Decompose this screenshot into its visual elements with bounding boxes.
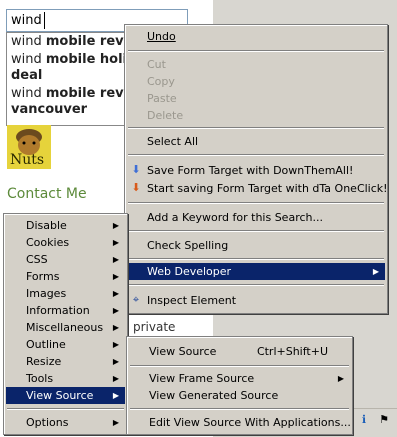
submenu-arrow-icon: ▶ <box>112 221 119 230</box>
menu-undo[interactable]: Undo <box>127 28 385 45</box>
submenu-cookies[interactable]: Cookies ▶ <box>6 234 125 251</box>
menu-label: Edit View Source With Applications... <box>149 416 351 429</box>
submenu-arrow-icon: ▶ <box>112 238 119 247</box>
submenu-arrow-icon: ▶ <box>112 374 119 383</box>
inspect-cursor-icon: ⌖ <box>132 293 140 306</box>
separator <box>130 408 349 410</box>
submenu-images[interactable]: Images ▶ <box>6 285 125 302</box>
menu-label: Information <box>26 304 90 317</box>
context-menu: Undo Cut Copy Paste Delete Select All ⬇ … <box>124 24 388 314</box>
suggestion-line2: vancouver <box>11 102 88 117</box>
suggestion-prefix: wind <box>11 52 46 67</box>
menu-label: Check Spelling <box>147 239 229 252</box>
separator <box>128 127 384 129</box>
submenu-forms[interactable]: Forms ▶ <box>6 268 125 285</box>
menu-paste[interactable]: Paste <box>127 90 385 107</box>
menu-label: CSS <box>26 253 48 266</box>
menu-label: Web Developer <box>147 265 232 278</box>
menu-select-all[interactable]: Select All <box>127 133 385 150</box>
menu-web-developer[interactable]: Web Developer ▶ <box>127 263 385 280</box>
menu-label: Outline <box>26 338 66 351</box>
menu-label: Save Form Target with DownThemAll! <box>147 164 354 177</box>
text-caret <box>44 12 45 29</box>
separator <box>128 154 384 156</box>
menu-label: Cookies <box>26 236 70 249</box>
menu-label: Start saving Form Target with dTa OneCli… <box>147 182 388 195</box>
private-text: private <box>133 320 176 334</box>
download-arrow-icon: ⬇ <box>131 163 141 176</box>
submenu-resize[interactable]: Resize ▶ <box>6 353 125 370</box>
submenu-arrow-icon: ▶ <box>112 306 119 315</box>
suggestion-prefix: wind <box>11 34 46 49</box>
menu-label: Undo <box>147 30 176 43</box>
menu-label: Forms <box>26 270 60 283</box>
submenu-view-source[interactable]: View Source ▶ <box>6 387 125 404</box>
menu-label: Images <box>26 287 67 300</box>
separator <box>128 258 384 260</box>
submenu-arrow-icon: ▶ <box>112 418 119 427</box>
menu-view-source[interactable]: View Source Ctrl+Shift+U <box>129 343 350 360</box>
shortcut-label: Ctrl+Shift+U <box>256 345 328 358</box>
menu-label: View Source <box>149 345 217 358</box>
menu-save-downthemall[interactable]: ⬇ Save Form Target with DownThemAll! <box>127 162 385 179</box>
submenu-css[interactable]: CSS ▶ <box>6 251 125 268</box>
menu-check-spelling[interactable]: Check Spelling <box>127 237 385 254</box>
menu-label: Add a Keyword for this Search... <box>147 211 323 224</box>
separator <box>7 408 124 410</box>
menu-label: Tools <box>26 372 54 385</box>
menu-label: Delete <box>147 109 184 122</box>
flag-icon[interactable]: ⚑ <box>376 412 392 428</box>
menu-label: View Frame Source <box>149 372 255 385</box>
submenu-miscellaneous[interactable]: Miscellaneous ▶ <box>6 319 125 336</box>
submenu-arrow-icon: ▶ <box>112 289 119 298</box>
submenu-arrow-icon: ▶ <box>112 272 119 281</box>
menu-label: Copy <box>147 75 175 88</box>
info-icon[interactable]: ℹ <box>356 412 372 428</box>
submenu-arrow-icon: ▶ <box>112 323 119 332</box>
menu-label: Cut <box>147 58 166 71</box>
menu-label: Options <box>26 416 69 429</box>
submenu-arrow-icon: ▶ <box>112 340 119 349</box>
menu-add-keyword[interactable]: Add a Keyword for this Search... <box>127 209 385 226</box>
menu-copy[interactable]: Copy <box>127 73 385 90</box>
contact-link[interactable]: Contact Me <box>7 186 87 202</box>
menu-view-generated-source[interactable]: View Generated Source <box>129 387 350 404</box>
separator <box>128 50 384 52</box>
submenu-disable[interactable]: Disable ▶ <box>6 217 125 234</box>
menu-save-oneclick[interactable]: ⬇ Start saving Form Target with dTa OneC… <box>127 180 388 197</box>
menu-label: Paste <box>147 92 177 105</box>
submenu-arrow-icon: ▶ <box>337 374 344 383</box>
menu-edit-view-source-apps[interactable]: Edit View Source With Applications... <box>129 414 351 431</box>
menu-delete[interactable]: Delete <box>127 107 385 124</box>
submenu-tools[interactable]: Tools ▶ <box>6 370 125 387</box>
submenu-outline[interactable]: Outline ▶ <box>6 336 125 353</box>
separator <box>130 365 349 367</box>
menu-label: Resize <box>26 355 62 368</box>
separator <box>128 284 384 286</box>
menu-label: Select All <box>147 135 199 148</box>
submenu-arrow-icon: ▶ <box>112 391 119 400</box>
view-source-submenu: View Source Ctrl+Shift+U View Frame Sour… <box>126 336 353 435</box>
menu-label: View Source <box>26 389 94 402</box>
download-arrow-icon: ⬇ <box>131 181 141 194</box>
menu-inspect-element[interactable]: ⌖ Inspect Element <box>127 292 385 309</box>
web-developer-submenu: Disable ▶ Cookies ▶ CSS ▶ Forms ▶ Images ▶ In… <box>3 213 128 435</box>
menu-label: Disable <box>26 219 67 232</box>
suggestion-prefix: wind <box>11 86 46 101</box>
menu-label: View Generated Source <box>149 389 279 402</box>
menu-cut[interactable]: Cut <box>127 56 385 73</box>
logo-label: Nuts <box>10 152 45 168</box>
submenu-options[interactable]: Options ▶ <box>6 414 125 431</box>
submenu-arrow-icon: ▶ <box>372 267 379 276</box>
submenu-information[interactable]: Information ▶ <box>6 302 125 319</box>
submenu-arrow-icon: ▶ <box>112 357 119 366</box>
separator <box>128 230 384 232</box>
suggestion-line2: deal <box>11 68 43 83</box>
menu-view-frame-source[interactable]: View Frame Source ▶ <box>129 370 350 387</box>
menu-label: Inspect Element <box>147 294 237 307</box>
separator <box>128 202 384 204</box>
submenu-arrow-icon: ▶ <box>112 255 119 264</box>
menu-label: Miscellaneous <box>26 321 104 334</box>
